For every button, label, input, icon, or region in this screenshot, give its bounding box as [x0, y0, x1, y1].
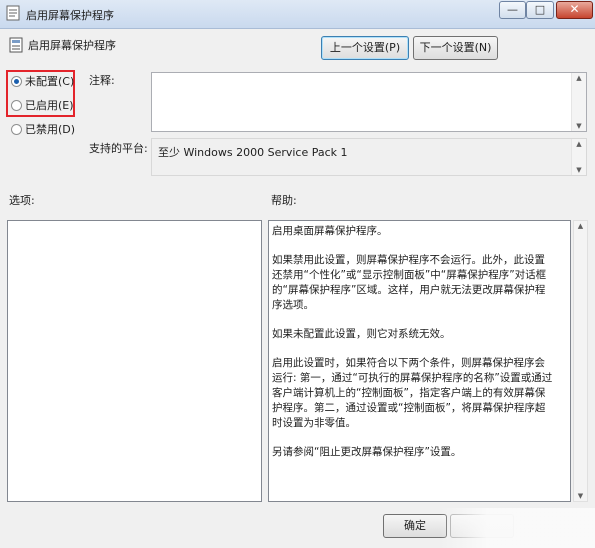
radio-button[interactable]	[11, 75, 22, 87]
title-bar: 启用屏幕保护程序 — □ ✕	[0, 0, 595, 29]
help-label: 帮助:	[271, 194, 297, 207]
radio-disabled[interactable]: 已禁用(D)	[11, 120, 75, 138]
help-paragraph: 如果禁用此设置，则屏幕保护程序不会运行。此外，此设置还禁用“个性化”或“显示控制…	[272, 254, 547, 311]
dialog-window: 启用屏幕保护程序 — □ ✕ 启用屏幕保护程序 上一个设置(P) 下一个设置(N…	[0, 0, 595, 548]
scroll-down-icon[interactable]: ▼	[572, 166, 586, 174]
minimize-button[interactable]: —	[499, 1, 526, 19]
radio-label: 未配置(C)	[25, 75, 75, 88]
help-paragraph: 另请参阅“阻止更改屏幕保护程序”设置。	[272, 446, 462, 458]
prev-setting-button[interactable]: 上一个设置(P)	[321, 36, 409, 60]
supported-platforms-value: 至少 Windows 2000 Service Pack 1	[158, 146, 348, 159]
policy-icon	[6, 5, 20, 24]
setting-title: 启用屏幕保护程序	[28, 39, 116, 52]
help-text: 启用桌面屏幕保护程序。 如果禁用此设置，则屏幕保护程序不会运行。此外，此设置还禁…	[272, 224, 554, 474]
scroll-down-icon[interactable]: ▼	[572, 122, 586, 130]
radio-label: 已禁用(D)	[25, 123, 76, 136]
supported-platforms-label: 支持的平台:	[89, 142, 148, 155]
radio-enabled[interactable]: 已启用(E)	[11, 96, 74, 114]
supported-scrollbar[interactable]: ▲ ▼	[571, 139, 586, 175]
radio-label: 已启用(E)	[25, 99, 74, 112]
setting-icon	[9, 37, 23, 56]
help-scrollbar[interactable]: ▲ ▼	[573, 220, 588, 502]
maximize-button[interactable]: □	[526, 1, 554, 19]
help-paragraph: 如果未配置此设置，则它对系统无效。	[272, 328, 451, 340]
supported-platforms-field: 至少 Windows 2000 Service Pack 1 ▲ ▼	[151, 138, 587, 176]
scroll-up-icon[interactable]: ▲	[574, 222, 587, 230]
options-panel	[7, 220, 262, 502]
help-paragraph: 启用此设置时，如果符合以下两个条件，则屏幕保护程序会运行: 第一，通过“可执行的…	[272, 357, 553, 429]
radio-button[interactable]	[11, 99, 22, 111]
scroll-up-icon[interactable]: ▲	[572, 74, 586, 82]
window-title: 启用屏幕保护程序	[26, 9, 114, 22]
options-label: 选项:	[9, 194, 35, 207]
help-panel: 启用桌面屏幕保护程序。 如果禁用此设置，则屏幕保护程序不会运行。此外，此设置还禁…	[268, 220, 571, 502]
scroll-down-icon[interactable]: ▼	[574, 492, 587, 500]
comment-label: 注释:	[89, 74, 115, 87]
next-setting-button[interactable]: 下一个设置(N)	[413, 36, 498, 60]
help-paragraph: 启用桌面屏幕保护程序。	[272, 225, 388, 237]
radio-button[interactable]	[11, 123, 22, 135]
comment-field[interactable]: ▲ ▼	[151, 72, 587, 132]
watermark-overlay	[440, 508, 595, 548]
close-button[interactable]: ✕	[556, 1, 593, 19]
scroll-up-icon[interactable]: ▲	[572, 140, 586, 148]
comment-scrollbar[interactable]: ▲ ▼	[571, 73, 586, 131]
radio-not-configured[interactable]: 未配置(C)	[11, 72, 74, 90]
ok-button[interactable]: 确定	[383, 514, 447, 538]
